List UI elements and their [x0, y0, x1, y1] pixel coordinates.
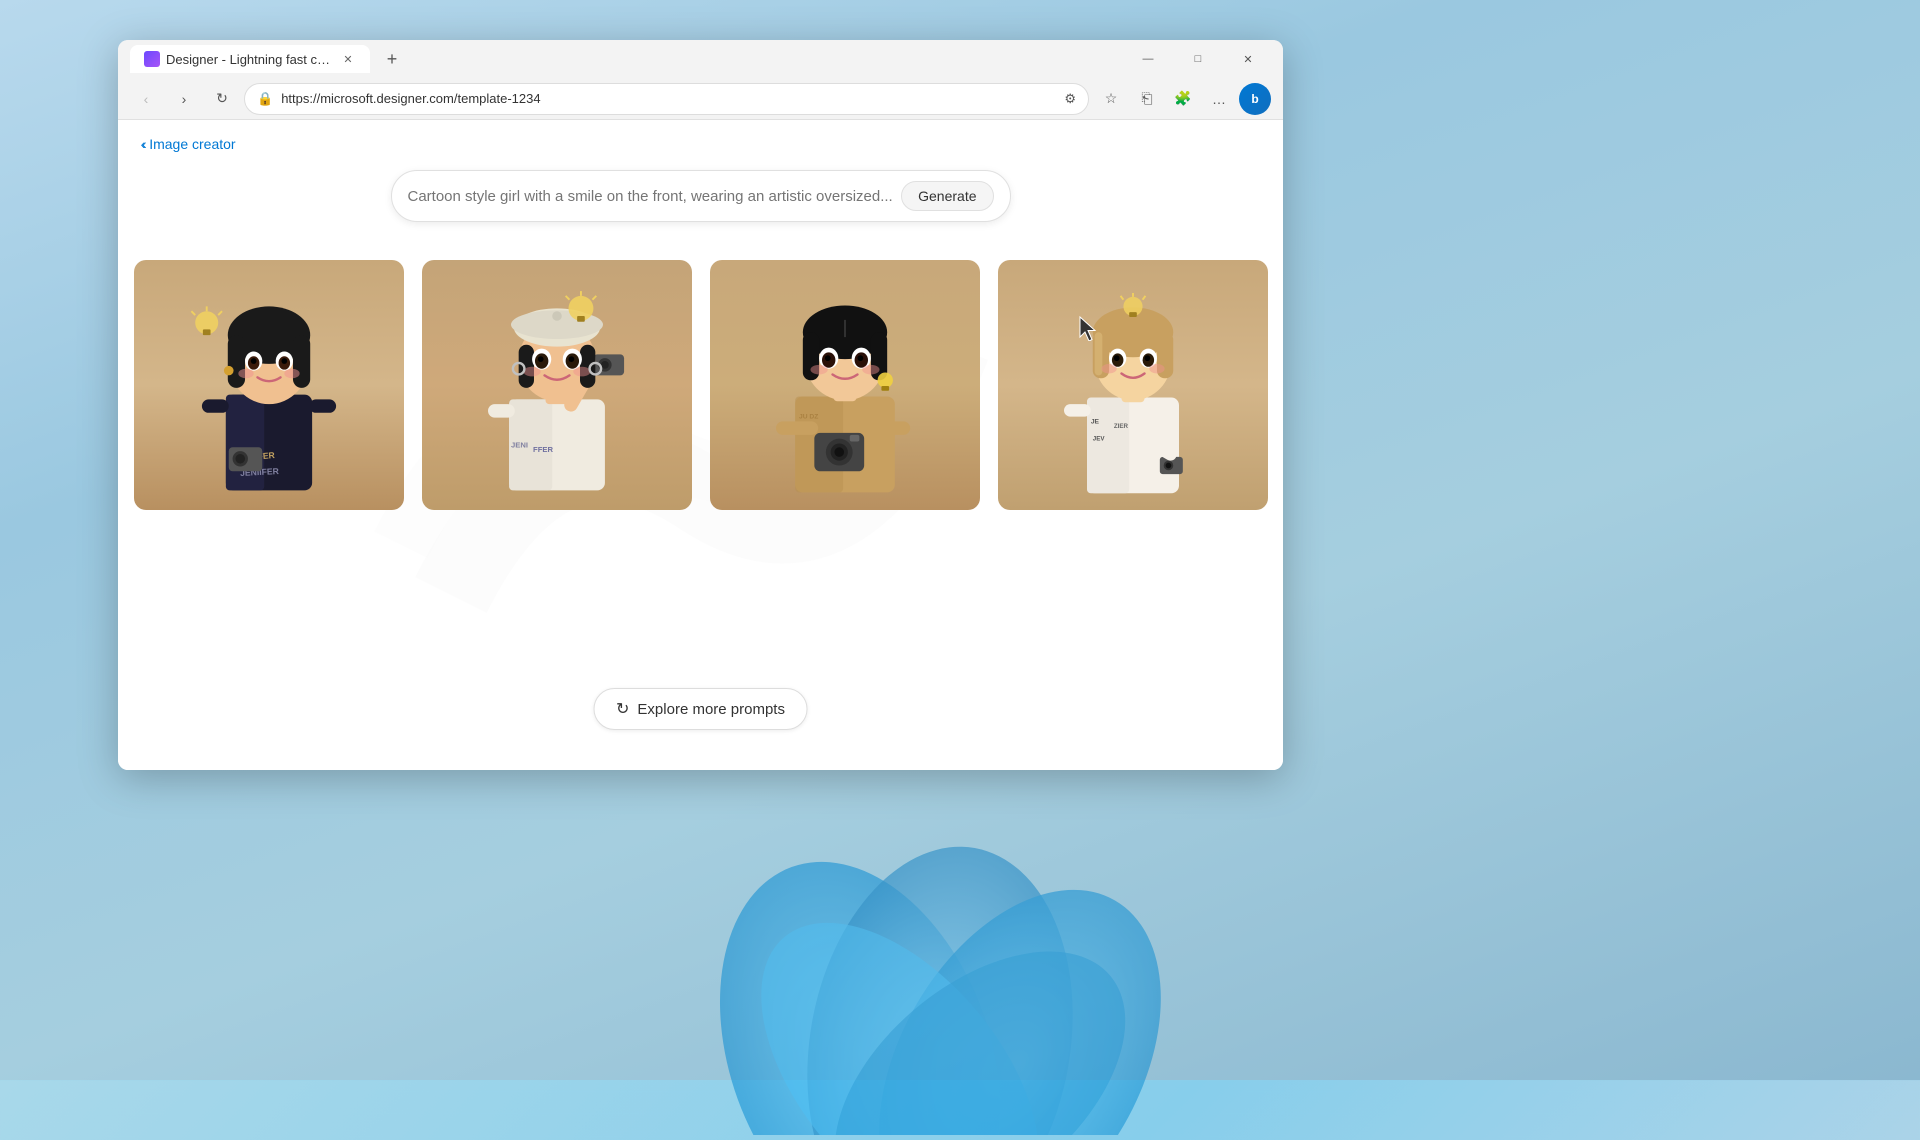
browser-window: Designer - Lightning fast creation ✕ + —… [118, 40, 1283, 770]
explore-more-button[interactable]: ↻ Explore more prompts [593, 688, 808, 730]
nav-actions: ☆ ⎗ 🧩 … b [1095, 83, 1271, 115]
search-area: Generate [391, 170, 1011, 222]
svg-text:FFER: FFER [533, 445, 553, 454]
cartoon-figure-4: JE ZIER JEV [998, 260, 1268, 510]
bing-button[interactable]: b [1239, 83, 1271, 115]
image-creator-link[interactable]: ‹ Image creator [141, 136, 236, 152]
title-bar: Designer - Lightning fast creation ✕ + —… [118, 40, 1283, 78]
ellipsis-icon: … [1212, 91, 1226, 107]
navigation-bar: ‹ › ↻ 🔒 ⚙ ☆ ⎗ 🧩 … b [118, 78, 1283, 120]
collections-icon: ⎗ [1141, 90, 1152, 107]
favorites-button[interactable]: ☆ [1095, 83, 1127, 115]
cartoon-figure-2: JENI FFER [422, 260, 692, 510]
url-input[interactable] [281, 91, 1056, 106]
image-card[interactable]: JU DZ ER [710, 260, 980, 510]
back-icon: ‹ [144, 91, 149, 107]
new-tab-button[interactable]: + [378, 45, 406, 73]
search-box: Generate [391, 170, 1011, 222]
explore-refresh-icon: ↻ [616, 699, 629, 719]
more-button[interactable]: … [1203, 83, 1235, 115]
generate-button[interactable]: Generate [901, 181, 993, 211]
star-icon: ☆ [1105, 90, 1118, 107]
cartoon-figure-1: JENNIFER JENIIFER [134, 260, 404, 510]
forward-icon: › [182, 91, 187, 107]
tab-favicon [144, 51, 160, 67]
window-controls: — □ ✕ [1125, 43, 1271, 75]
collections-button[interactable]: ⎗ [1131, 83, 1163, 115]
address-bar[interactable]: 🔒 ⚙ [244, 83, 1089, 115]
close-button[interactable]: ✕ [1225, 43, 1271, 75]
page-info-icon[interactable]: ⚙ [1064, 91, 1076, 107]
refresh-button[interactable]: ↻ [206, 83, 238, 115]
lock-icon: 🔒 [257, 91, 273, 107]
image-card[interactable]: JENNIFER JENIIFER [134, 260, 404, 510]
explore-label: Explore more prompts [637, 701, 785, 718]
tab-title: Designer - Lightning fast creation [166, 52, 334, 67]
image-card[interactable]: JE ZIER JEV [998, 260, 1268, 510]
minimize-button[interactable]: — [1125, 43, 1171, 75]
maximize-button[interactable]: □ [1175, 43, 1221, 75]
svg-text:ZIER: ZIER [1113, 423, 1128, 430]
tab-close-button[interactable]: ✕ [340, 51, 356, 67]
back-button[interactable]: ‹ [130, 83, 162, 115]
cartoon-figure-3: JU DZ ER [710, 260, 980, 510]
extensions-button[interactable]: 🧩 [1167, 83, 1199, 115]
bing-logo: b [1251, 92, 1258, 106]
svg-text:JENI: JENI [511, 440, 528, 449]
image-card[interactable]: JENI FFER [422, 260, 692, 510]
back-navigation[interactable]: ‹ ‹ Image creator [142, 136, 236, 152]
prompt-input[interactable] [408, 188, 902, 205]
page-content: ‹ ‹ Image creator Generate [118, 120, 1283, 770]
refresh-icon: ↻ [216, 90, 228, 107]
image-grid: JENNIFER JENIIFER [134, 260, 1268, 510]
svg-text:JEV: JEV [1092, 436, 1105, 443]
extensions-icon: 🧩 [1174, 90, 1191, 107]
svg-text:JE: JE [1090, 418, 1099, 425]
active-tab[interactable]: Designer - Lightning fast creation ✕ [130, 45, 370, 73]
forward-button[interactable]: › [168, 83, 200, 115]
